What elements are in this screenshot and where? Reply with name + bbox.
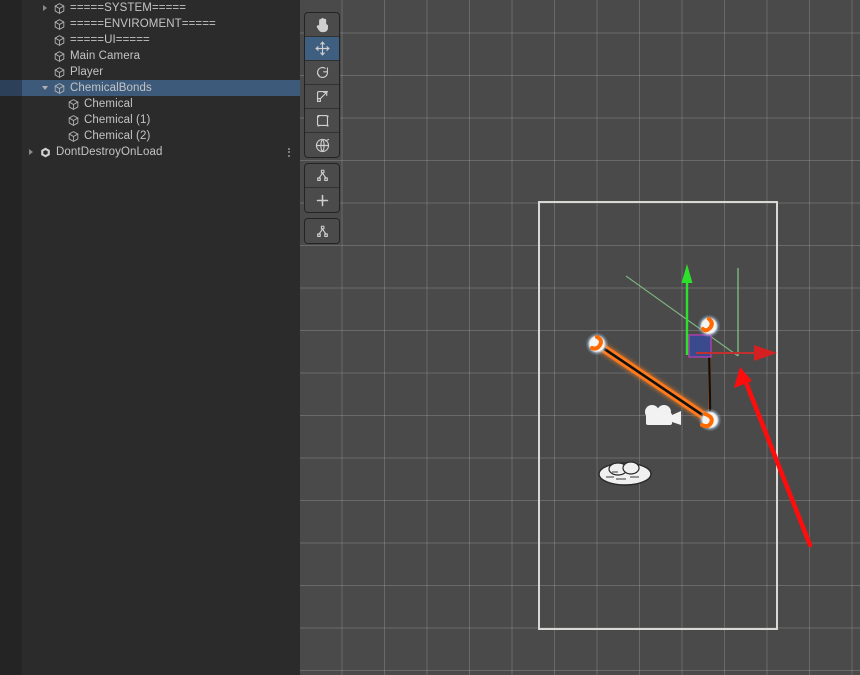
- hand-icon: [314, 16, 331, 33]
- cube-icon: [52, 32, 67, 48]
- expand-spacer: [54, 128, 66, 144]
- cube-icon: [52, 0, 67, 16]
- transform-tool-button[interactable]: [305, 133, 339, 157]
- hierarchy-row-label: Main Camera: [70, 50, 141, 62]
- pivot-mode-button[interactable]: [305, 164, 339, 188]
- hierarchy-row-label: =====ENVIROMENT=====: [70, 18, 216, 30]
- chevron-down-icon[interactable]: [40, 80, 52, 96]
- toolbar-group-2: [304, 218, 340, 244]
- expand-spacer: [40, 32, 52, 48]
- unity-logo-icon: [38, 144, 53, 160]
- hierarchy-row-main-camera[interactable]: Main Camera: [0, 48, 300, 64]
- row-gutter: [0, 80, 22, 96]
- plus-icon: [314, 192, 331, 209]
- hierarchy-row-chemical-1[interactable]: Chemical (1): [0, 112, 300, 128]
- expand-spacer: [40, 16, 52, 32]
- hierarchy-row-label: Chemical (2): [84, 130, 151, 142]
- camera-frustum-rect: [538, 201, 778, 630]
- cube-icon: [66, 96, 81, 112]
- cube-icon: [52, 48, 67, 64]
- chevron-right-icon[interactable]: [26, 144, 38, 160]
- row-gutter: [0, 112, 22, 128]
- row-gutter: [0, 144, 22, 160]
- row-gutter: [0, 64, 22, 80]
- hierarchy-row-enviroment[interactable]: =====ENVIROMENT=====: [0, 16, 300, 32]
- row-gutter: [0, 0, 22, 16]
- expand-spacer: [40, 48, 52, 64]
- hierarchy-row-player[interactable]: Player: [0, 64, 300, 80]
- move-tool-button[interactable]: [305, 37, 339, 61]
- hierarchy-row-label: =====UI=====: [70, 34, 150, 46]
- hierarchy-list[interactable]: =====SYSTEM===== =====ENVIROMENT===== ====…: [0, 0, 300, 160]
- expand-spacer: [40, 64, 52, 80]
- move-icon: [314, 40, 331, 57]
- rotate-icon: [314, 64, 331, 81]
- hierarchy-row-label: Player: [70, 66, 104, 78]
- scene-view[interactable]: [300, 0, 860, 675]
- rotate-tool-button[interactable]: [305, 61, 339, 85]
- hierarchy-row-chemical[interactable]: Chemical: [0, 96, 300, 112]
- chevron-right-icon[interactable]: [40, 0, 52, 16]
- toolbar-group-1: [304, 163, 340, 213]
- unity-editor-window: =====SYSTEM===== =====ENVIROMENT===== ====…: [0, 0, 860, 675]
- row-gutter: [0, 96, 22, 112]
- hierarchy-row-system[interactable]: =====SYSTEM=====: [0, 0, 300, 16]
- cube-icon: [52, 64, 67, 80]
- hierarchy-row-chemical-2[interactable]: Chemical (2): [0, 128, 300, 144]
- hand-tool-button[interactable]: [305, 13, 339, 37]
- row-gutter: [0, 48, 22, 64]
- expand-spacer: [54, 112, 66, 128]
- rect-tool-button[interactable]: [305, 109, 339, 133]
- hierarchy-row-ui[interactable]: =====UI=====: [0, 32, 300, 48]
- row-overflow-menu-icon[interactable]: [288, 144, 290, 160]
- hierarchy-row-chemicalbonds[interactable]: ChemicalBonds: [0, 80, 300, 96]
- row-gutter: [0, 32, 22, 48]
- cube-icon: [52, 16, 67, 32]
- hierarchy-row-label: DontDestroyOnLoad: [56, 146, 163, 158]
- scale-icon: [314, 88, 331, 105]
- hierarchy-row-dontdestroyonload[interactable]: DontDestroyOnLoad: [0, 144, 300, 160]
- cube-icon: [66, 128, 81, 144]
- hierarchy-row-label: ChemicalBonds: [70, 82, 152, 94]
- custom-tool-add-button[interactable]: [305, 188, 339, 212]
- scene-tools-toolbar[interactable]: [304, 12, 340, 249]
- expand-spacer: [54, 96, 66, 112]
- hierarchy-row-label: Chemical (1): [84, 114, 151, 126]
- pivot-rotation-button[interactable]: [305, 219, 339, 243]
- toolbar-group-0: [304, 12, 340, 158]
- scale-tool-button[interactable]: [305, 85, 339, 109]
- cube-icon: [52, 80, 67, 96]
- row-gutter: [0, 128, 22, 144]
- rect-transform-icon: [314, 112, 331, 129]
- cube-icon: [66, 112, 81, 128]
- hierarchy-panel: =====SYSTEM===== =====ENVIROMENT===== ====…: [0, 0, 300, 675]
- pivot-icon: [314, 167, 331, 184]
- row-gutter: [0, 16, 22, 32]
- hierarchy-row-label: Chemical: [84, 98, 133, 110]
- transform-icon: [314, 137, 331, 154]
- pivot-icon: [314, 223, 331, 240]
- hierarchy-row-label: =====SYSTEM=====: [70, 2, 187, 14]
